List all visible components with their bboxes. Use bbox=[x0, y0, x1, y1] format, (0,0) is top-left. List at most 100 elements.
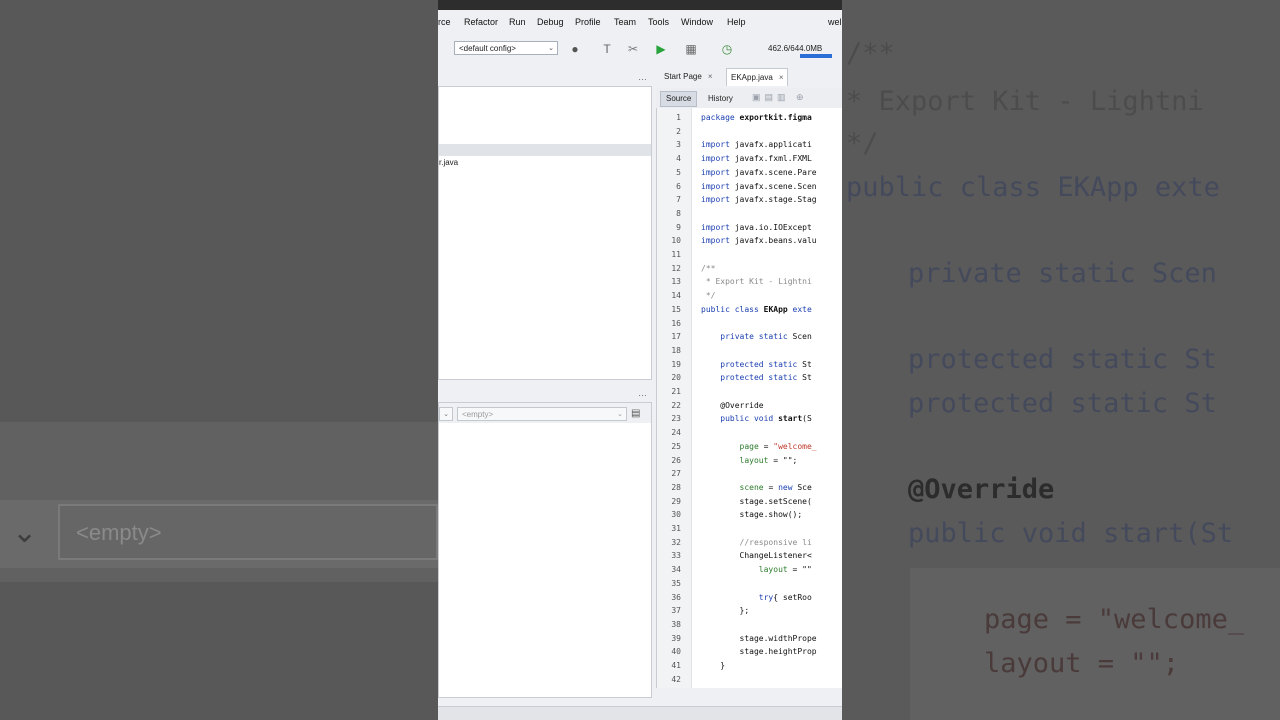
code-line[interactable]: 42 bbox=[657, 675, 842, 688]
line-number: 21 bbox=[671, 387, 681, 396]
panel-menu-icon[interactable]: … bbox=[638, 388, 647, 398]
chevron-down-icon: ⌄ bbox=[548, 45, 554, 52]
file-item[interactable]: r.java bbox=[439, 158, 458, 167]
code-text: protected static St bbox=[701, 373, 812, 383]
background-code-line: public void start(St bbox=[908, 518, 1234, 549]
code-line[interactable]: 38 bbox=[657, 620, 842, 634]
code-line[interactable]: 21 bbox=[657, 387, 842, 401]
code-line[interactable]: 25 page = "welcome_ bbox=[657, 442, 842, 456]
debug-icon[interactable]: ▦ bbox=[684, 42, 698, 56]
code-line[interactable]: 23 public void start(S bbox=[657, 414, 842, 428]
line-number: 7 bbox=[676, 195, 681, 205]
background-panel bbox=[910, 568, 1280, 720]
editor-action-icons[interactable]: ▣▤▥ ⊕ bbox=[752, 92, 808, 103]
navigator-select[interactable]: <empty> ⌄ bbox=[457, 407, 627, 421]
code-line[interactable]: 28 scene = new Sce bbox=[657, 483, 842, 497]
menu-bar: rce Refactor Run Debug Profile Team Tool… bbox=[438, 12, 842, 34]
code-text: //responsive li bbox=[701, 537, 812, 547]
menu-run[interactable]: Run bbox=[509, 17, 526, 27]
hammer-icon[interactable]: T bbox=[600, 42, 614, 56]
source-view-button[interactable]: Source bbox=[660, 91, 698, 107]
globe-icon[interactable]: ● bbox=[568, 42, 582, 56]
code-line[interactable]: 5 import javafx.scene.Pare bbox=[657, 168, 842, 182]
code-line[interactable]: 10 import javafx.beans.valu bbox=[657, 236, 842, 250]
code-line[interactable]: 40 stage.heightProp bbox=[657, 647, 842, 661]
navigator-panel: ⌄ <empty> ⌄ ▤ bbox=[438, 402, 652, 698]
code-text: scene = new Sce bbox=[701, 482, 812, 492]
line-number: 31 bbox=[671, 524, 681, 533]
code-line[interactable]: 34 layout = "" bbox=[657, 565, 842, 579]
tab-start-page[interactable]: Start Page × bbox=[664, 68, 712, 86]
code-line[interactable]: 26 layout = ""; bbox=[657, 456, 842, 470]
clean-build-icon[interactable]: ✂ bbox=[626, 42, 640, 56]
history-view-button[interactable]: History bbox=[702, 91, 739, 107]
menu-source[interactable]: rce bbox=[438, 17, 451, 27]
tab-ekapp-java[interactable]: EKApp.java × bbox=[726, 68, 789, 86]
code-editor[interactable]: 1 package exportkit.figma 2 3 import javafx.… bbox=[656, 108, 842, 688]
line-number: 5 bbox=[676, 167, 681, 177]
menu-profile[interactable]: Profile bbox=[575, 17, 601, 27]
menu-tools[interactable]: Tools bbox=[648, 17, 669, 27]
code-line[interactable]: 9 import java.io.IOExcept bbox=[657, 223, 842, 237]
run-icon[interactable]: ▶ bbox=[654, 42, 668, 56]
projects-panel: r.java bbox=[438, 86, 652, 380]
code-line[interactable]: 1 package exportkit.figma bbox=[657, 113, 842, 127]
line-number: 9 bbox=[676, 222, 681, 232]
menu-window[interactable]: Window bbox=[681, 17, 713, 27]
code-line[interactable]: 24 bbox=[657, 428, 842, 442]
menu-debug[interactable]: Debug bbox=[537, 17, 564, 27]
code-line[interactable]: 41 } bbox=[657, 661, 842, 675]
code-line[interactable]: 19 protected static St bbox=[657, 360, 842, 374]
code-line[interactable]: 4 import javafx.fxml.FXML bbox=[657, 154, 842, 168]
line-number: 17 bbox=[671, 332, 681, 342]
code-line[interactable]: 33 ChangeListener< bbox=[657, 551, 842, 565]
code-line[interactable]: 15 public class EKApp exte bbox=[657, 305, 842, 319]
menu-refactor[interactable]: Refactor bbox=[464, 17, 498, 27]
code-line[interactable]: 12 /** bbox=[657, 264, 842, 278]
background-code-line: page = "welcome_ bbox=[984, 604, 1245, 635]
code-line[interactable]: 20 protected static St bbox=[657, 373, 842, 387]
line-number: 38 bbox=[671, 619, 681, 629]
selected-row[interactable] bbox=[439, 144, 651, 156]
memory-usage[interactable]: 462.6/644.0MB bbox=[768, 44, 822, 53]
code-line[interactable]: 2 bbox=[657, 127, 842, 141]
code-line[interactable]: 16 bbox=[657, 319, 842, 333]
code-line[interactable]: 32 //responsive li bbox=[657, 538, 842, 552]
code-line[interactable]: 27 bbox=[657, 469, 842, 483]
line-number: 22 bbox=[671, 400, 681, 410]
code-line[interactable]: 39 stage.widthPrope bbox=[657, 634, 842, 648]
code-text: */ bbox=[701, 291, 716, 301]
code-line[interactable]: 7 import javafx.stage.Stag bbox=[657, 195, 842, 209]
code-line[interactable]: 37 }; bbox=[657, 606, 842, 620]
menu-team[interactable]: Team bbox=[614, 17, 636, 27]
line-number: 30 bbox=[671, 510, 681, 520]
code-line[interactable]: 30 stage.show(); bbox=[657, 510, 842, 524]
code-line[interactable]: 3 import javafx.applicati bbox=[657, 140, 842, 154]
menu-help[interactable]: Help bbox=[727, 17, 746, 27]
memory-bar bbox=[800, 54, 832, 58]
code-line[interactable]: 11 bbox=[657, 250, 842, 264]
code-line[interactable]: 17 private static Scen bbox=[657, 332, 842, 346]
close-icon[interactable]: × bbox=[779, 73, 784, 82]
panel-menu-icon[interactable]: … bbox=[638, 72, 647, 82]
code-text: ChangeListener< bbox=[701, 551, 812, 561]
toolbar: <default config> ⌄ ● T ✂ ▶ ▦ ◷ 462.6/644.… bbox=[438, 36, 842, 62]
code-line[interactable]: 36 try{ setRoo bbox=[657, 593, 842, 607]
menu-welcome[interactable]: wel bbox=[828, 17, 842, 27]
code-line[interactable]: 29 stage.setScene( bbox=[657, 497, 842, 511]
code-line[interactable]: 14 */ bbox=[657, 291, 842, 305]
config-select[interactable]: <default config> ⌄ bbox=[454, 41, 558, 55]
close-icon[interactable]: × bbox=[708, 72, 713, 81]
code-line[interactable]: 35 bbox=[657, 579, 842, 593]
code-text: stage.setScene( bbox=[701, 496, 812, 506]
profile-icon[interactable]: ◷ bbox=[720, 42, 734, 56]
code-line[interactable]: 22 @Override bbox=[657, 401, 842, 415]
navigator-member-select[interactable]: ⌄ bbox=[439, 407, 453, 421]
navigator-filter-icon[interactable]: ▤ bbox=[631, 408, 643, 420]
code-line[interactable]: 6 import javafx.scene.Scen bbox=[657, 182, 842, 196]
code-line[interactable]: 31 bbox=[657, 524, 842, 538]
code-line[interactable]: 13 * Export Kit - Lightni bbox=[657, 277, 842, 291]
background-code-line: private static Scen bbox=[908, 258, 1217, 289]
code-line[interactable]: 8 bbox=[657, 209, 842, 223]
code-line[interactable]: 18 bbox=[657, 346, 842, 360]
